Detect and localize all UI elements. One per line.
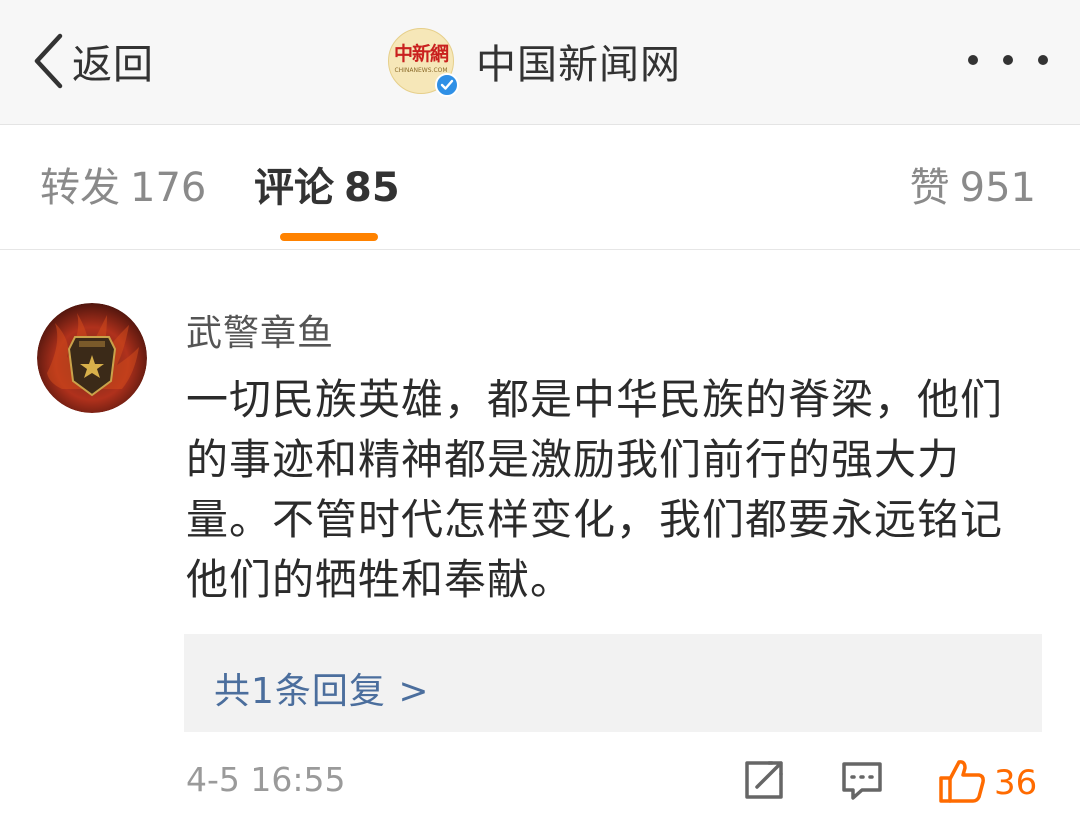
comment-username[interactable]: 武警章鱼 (186, 304, 334, 356)
back-label: 返回 (72, 42, 154, 88)
back-button[interactable]: 返回 (32, 28, 154, 94)
like-button[interactable]: 36 (938, 758, 1037, 808)
like-count: 36 (994, 763, 1038, 803)
comment-timestamp: 4-5 16:55 (186, 760, 346, 799)
tab-comment-label: 评论 (254, 165, 334, 211)
more-dot (1003, 55, 1013, 65)
more-dot (968, 55, 978, 65)
view-replies-link[interactable]: 共1条回复 > (214, 662, 430, 714)
tab-bar: 转发 176 评论 85 赞 951 (0, 125, 1080, 250)
share-button[interactable] (742, 758, 786, 806)
more-dot (1038, 55, 1048, 65)
active-tab-indicator (280, 233, 378, 241)
thumbs-up-icon (938, 758, 986, 808)
account-header[interactable]: 中新網 CHINANEWS.COM 中国新闻网 (388, 26, 681, 97)
tab-like[interactable]: 赞 951 (910, 163, 1036, 213)
logo-text: 中新網 (393, 43, 449, 65)
comment-icon (840, 762, 884, 806)
account-name: 中国新闻网 (476, 42, 681, 88)
top-nav-bar: 返回 中新網 CHINANEWS.COM 中国新闻网 (0, 0, 1080, 125)
tab-repost[interactable]: 转发 176 (40, 163, 206, 213)
reply-button[interactable] (840, 758, 884, 806)
more-options-button[interactable] (968, 40, 1048, 80)
tab-like-count: 951 (959, 165, 1036, 211)
chevron-left-icon (32, 32, 64, 90)
tab-comment-count: 85 (344, 165, 400, 211)
comment-text: 一切民族英雄，都是中华民族的脊梁，他们的事迹和精神都是激励我们前行的强大力量。不… (186, 375, 1004, 604)
verified-badge-icon (435, 73, 459, 97)
tab-repost-label: 转发 (40, 165, 120, 211)
avatar[interactable] (37, 303, 147, 413)
tab-like-label: 赞 (909, 165, 950, 211)
tab-comment[interactable]: 评论 85 (254, 163, 400, 213)
account-logo: 中新網 CHINANEWS.COM (388, 28, 459, 97)
tab-repost-count: 176 (130, 165, 207, 211)
reply-summary-box[interactable]: 共1条回复 > (184, 634, 1042, 732)
share-icon (742, 761, 786, 806)
